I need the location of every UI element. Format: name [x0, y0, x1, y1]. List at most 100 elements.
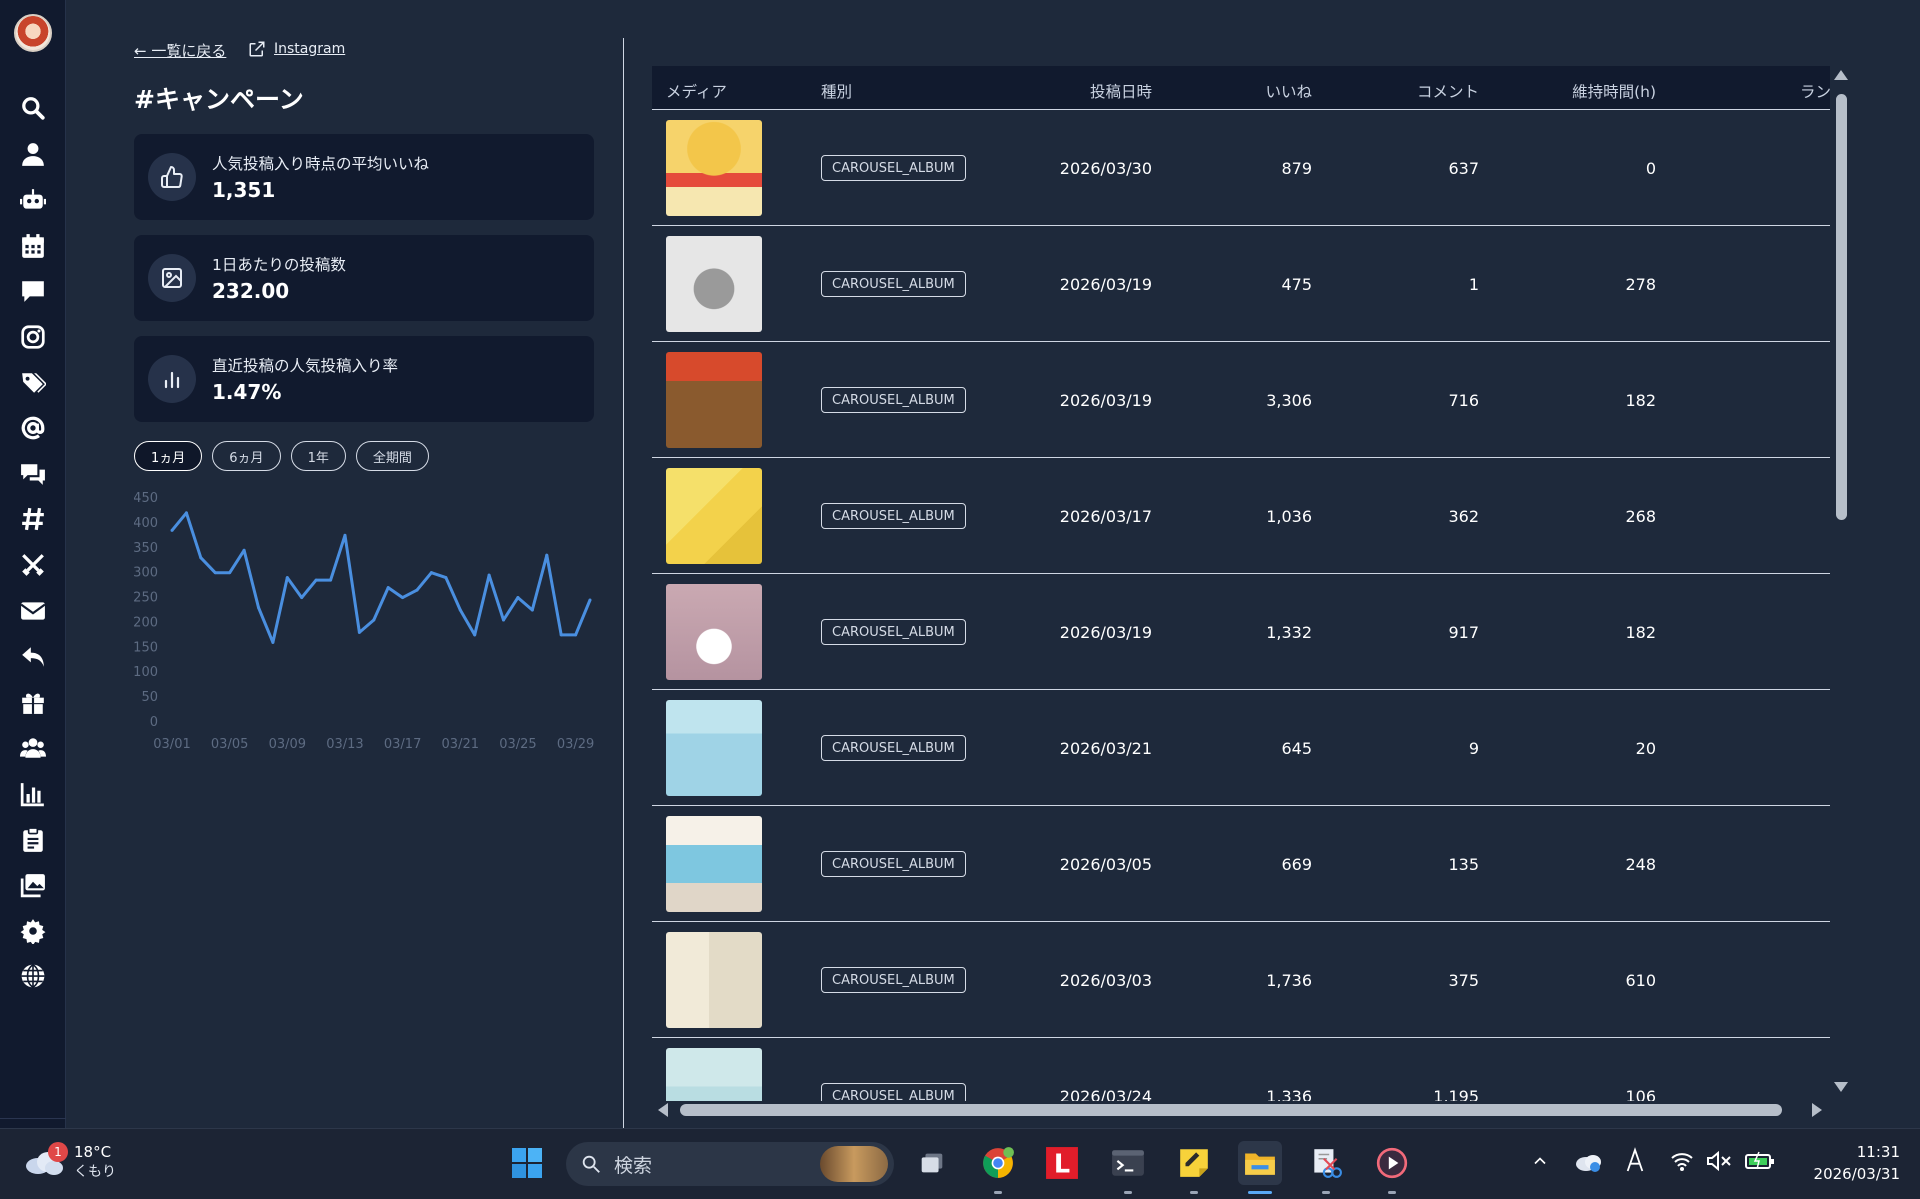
start-icon[interactable]	[505, 1141, 549, 1185]
chat-bubble-icon[interactable]	[18, 276, 48, 306]
reply-icon[interactable]	[18, 642, 48, 672]
media-thumbnail[interactable]	[666, 816, 762, 912]
media-thumbnail[interactable]	[666, 700, 762, 796]
data-point[interactable]	[530, 608, 534, 612]
media-thumbnail[interactable]	[666, 120, 762, 216]
chrome-icon[interactable]	[976, 1141, 1020, 1185]
user-icon[interactable]	[18, 139, 48, 169]
avatar[interactable]	[14, 14, 52, 52]
table-row[interactable]: CAROUSEL_ALBUM 2026/03/19 3,306 716 182	[652, 342, 1830, 458]
range-1-year-button[interactable]: 1年	[290, 441, 346, 471]
table-row[interactable]: CAROUSEL_ALBUM 2026/03/17 1,036 362 268	[652, 458, 1830, 574]
media-thumbnail[interactable]	[666, 932, 762, 1028]
range-all-button[interactable]: 全期間	[355, 441, 429, 471]
column-header-date[interactable]: 投稿日時	[1090, 80, 1152, 102]
instagram-external-link[interactable]: Instagram	[248, 40, 345, 58]
scroll-down-arrow[interactable]	[1834, 1082, 1848, 1092]
system-clock[interactable]: 11:31 2026/03/31	[1814, 1141, 1900, 1185]
data-point[interactable]	[285, 576, 289, 580]
table-row[interactable]: CAROUSEL_ALBUM 2026/03/30 879 637 0	[652, 110, 1830, 226]
horizontal-scrollbar[interactable]	[680, 1104, 1782, 1116]
mail-icon[interactable]	[18, 596, 48, 626]
column-header-media[interactable]: メディア	[666, 80, 727, 102]
data-point[interactable]	[228, 571, 232, 575]
table-row[interactable]: CAROUSEL_ALBUM 2026/03/03 1,736 375 610	[652, 922, 1830, 1038]
wifi-icon[interactable]	[1670, 1151, 1694, 1175]
data-point[interactable]	[401, 596, 405, 600]
data-point[interactable]	[559, 633, 563, 637]
media-thumbnail[interactable]	[666, 468, 762, 564]
data-point[interactable]	[429, 571, 433, 575]
weather-widget[interactable]: 1 18°C くもり	[24, 1142, 116, 1181]
sticky-notes-icon[interactable]	[1172, 1141, 1216, 1185]
instagram-icon[interactable]	[18, 322, 48, 352]
volume-muted-icon[interactable]	[1706, 1150, 1732, 1175]
column-header-likes[interactable]: いいね	[1265, 80, 1312, 102]
file-explorer-icon[interactable]	[1238, 1141, 1282, 1185]
column-header-keep-hours[interactable]: 維持時間(h)	[1572, 80, 1656, 102]
onedrive-icon[interactable]	[1574, 1151, 1602, 1177]
users-icon[interactable]	[18, 733, 48, 763]
data-point[interactable]	[170, 528, 174, 532]
media-thumbnail[interactable]	[666, 1048, 762, 1101]
search-icon[interactable]	[18, 93, 48, 123]
range-6-month-button[interactable]: 6ヵ月	[212, 441, 281, 471]
column-header-rank[interactable]: ランク	[1800, 80, 1830, 102]
table-row[interactable]: CAROUSEL_ALBUM 2026/03/05 669 135 248	[652, 806, 1830, 922]
data-point[interactable]	[256, 606, 260, 610]
data-point[interactable]	[415, 588, 419, 592]
data-point[interactable]	[545, 553, 549, 557]
data-point[interactable]	[516, 596, 520, 600]
data-point[interactable]	[343, 533, 347, 537]
scroll-up-arrow[interactable]	[1834, 70, 1848, 80]
media-thumbnail[interactable]	[666, 236, 762, 332]
media-thumbnail[interactable]	[666, 584, 762, 680]
chevron-up-icon[interactable]	[1530, 1151, 1550, 1175]
images-icon[interactable]	[18, 870, 48, 900]
crossed-swords-icon[interactable]	[18, 550, 48, 580]
data-point[interactable]	[502, 618, 506, 622]
vertical-scrollbar[interactable]	[1836, 94, 1847, 520]
table-row[interactable]: CAROUSEL_ALBUM 2026/03/21 645 9 20	[652, 690, 1830, 806]
data-point[interactable]	[199, 556, 203, 560]
column-header-comments[interactable]: コメント	[1417, 80, 1479, 102]
data-point[interactable]	[588, 598, 592, 602]
gift-icon[interactable]	[18, 687, 48, 717]
data-point[interactable]	[271, 640, 275, 644]
clipboard-icon[interactable]	[18, 825, 48, 855]
data-point[interactable]	[329, 578, 333, 582]
at-sign-icon[interactable]	[18, 413, 48, 443]
hashtag-icon[interactable]	[18, 504, 48, 534]
media-player-icon[interactable]	[1370, 1141, 1414, 1185]
data-point[interactable]	[184, 511, 188, 515]
gear-icon[interactable]	[18, 916, 48, 946]
table-row[interactable]: CAROUSEL_ALBUM 2026/03/19 1,332 917 182	[652, 574, 1830, 690]
tags-icon[interactable]	[18, 368, 48, 398]
data-point[interactable]	[372, 618, 376, 622]
data-point[interactable]	[213, 571, 217, 575]
bar-chart-icon[interactable]	[18, 779, 48, 809]
table-row[interactable]: CAROUSEL_ALBUM 2026/03/19 475 1 278	[652, 226, 1830, 342]
battery-icon[interactable]	[1744, 1151, 1776, 1175]
column-header-type[interactable]: 種別	[821, 80, 852, 102]
media-thumbnail[interactable]	[666, 352, 762, 448]
table-row[interactable]: CAROUSEL_ALBUM 2026/03/24 1,336 1,195 106	[652, 1038, 1830, 1101]
data-point[interactable]	[314, 578, 318, 582]
calendar-icon[interactable]	[18, 231, 48, 261]
taskbar-search-box[interactable]: 検索	[566, 1142, 894, 1186]
robot-icon[interactable]	[18, 185, 48, 215]
data-point[interactable]	[574, 633, 578, 637]
globe-icon[interactable]	[18, 961, 48, 991]
data-point[interactable]	[458, 608, 462, 612]
data-point[interactable]	[487, 573, 491, 577]
scroll-left-arrow[interactable]	[658, 1103, 668, 1117]
scroll-right-arrow[interactable]	[1812, 1103, 1822, 1117]
comments-icon[interactable]	[18, 459, 48, 489]
l-app-icon[interactable]: L	[1040, 1141, 1084, 1185]
range-1-month-button[interactable]: 1ヵ月	[134, 441, 203, 471]
data-point[interactable]	[242, 548, 246, 552]
data-point[interactable]	[357, 630, 361, 634]
task-view-icon[interactable]	[910, 1141, 954, 1185]
ime-icon[interactable]	[1624, 1147, 1646, 1177]
terminal-icon[interactable]	[1106, 1141, 1150, 1185]
